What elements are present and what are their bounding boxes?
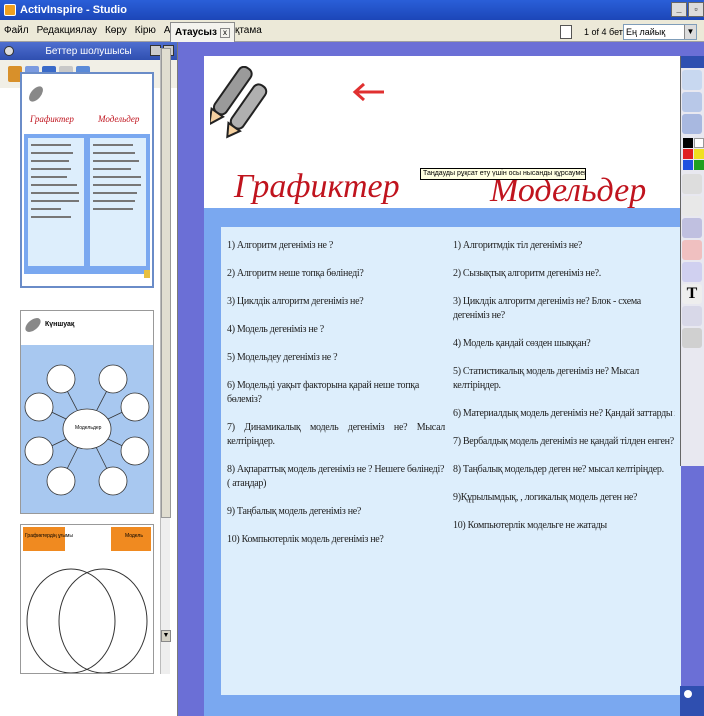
maximize-button[interactable]: ▫ bbox=[688, 2, 704, 17]
question-right-2: 2) Сызықтық алгоритм дегеніміз не?. bbox=[453, 268, 601, 279]
question-right-7: 7) Вербалдық модель дегеніміз не қандай … bbox=[453, 436, 674, 447]
tab-label: Атаусыз bbox=[175, 27, 217, 38]
color-black-swatch[interactable] bbox=[683, 138, 693, 148]
pen-icon[interactable] bbox=[682, 218, 702, 238]
question-left-6: 6) Модельді уақыт факторына қарай неше т… bbox=[227, 380, 419, 405]
scrollbar-thumb[interactable] bbox=[161, 48, 171, 518]
thumbnail-1-heading-right: Модельдер bbox=[98, 114, 140, 124]
question-left-3: 3) Циклдік алгоритм дегеніміз не? bbox=[227, 296, 364, 307]
browser-title: Беттер шолушысы bbox=[45, 45, 132, 57]
page-thumbnail-1[interactable]: Графиктер Модельдер bbox=[20, 72, 154, 288]
color-red-swatch[interactable] bbox=[683, 149, 693, 159]
question-right-8: 8) Таңбалық модельдер деген не? мысал ке… bbox=[453, 464, 664, 475]
question-right-6: 6) Материалдық модель дегеніміз не? Қанд… bbox=[453, 408, 675, 419]
question-left-1: 1) Алгоритм дегеніміз не ? bbox=[227, 240, 333, 251]
color-blue-swatch[interactable] bbox=[683, 160, 693, 170]
question-left-8: 8) Ақпараттық модель дегеніміз не ? Неше… bbox=[227, 464, 445, 489]
color-yellow-swatch[interactable] bbox=[694, 149, 704, 159]
thumbnail-2-title: Күншуақ bbox=[45, 321, 75, 328]
question-right-10: 10) Компьютерлік модельге не жатады bbox=[453, 520, 607, 531]
tooltip: Таңдауды рұқсат ету үшін осы нысанды құр… bbox=[420, 168, 586, 180]
app-icon bbox=[4, 4, 16, 16]
toolbox-header[interactable] bbox=[681, 56, 704, 68]
menu-edit[interactable]: Редакциялау bbox=[33, 25, 101, 36]
color-green-swatch[interactable] bbox=[694, 160, 704, 170]
text-tool-icon[interactable]: T bbox=[682, 284, 702, 304]
pencils-icon bbox=[210, 66, 268, 139]
minimize-button[interactable]: _ bbox=[671, 2, 687, 17]
tab-untitled[interactable]: Атаусыз x bbox=[170, 22, 235, 42]
browser-scrollbar[interactable]: ▼ bbox=[160, 48, 171, 674]
thumbnail-2-preview bbox=[21, 318, 153, 513]
main-toolbox: T bbox=[680, 56, 704, 466]
thumbnail-1-heading-left: Графиктер bbox=[30, 114, 74, 124]
zoom-value: Ең лайық bbox=[626, 27, 666, 37]
page-thumbnail-2[interactable]: Күншуақ Модельдер bbox=[20, 310, 154, 514]
thumbnail-3-label-right: Модель bbox=[125, 533, 143, 539]
question-right-3: 3) Циклдік алгоритм дегеніміз не? Блок -… bbox=[453, 296, 641, 321]
menu-view[interactable]: Көру bbox=[101, 25, 131, 36]
bottom-toolbox[interactable] bbox=[680, 686, 704, 716]
page-forward-icon[interactable] bbox=[682, 114, 702, 134]
undo-icon[interactable] bbox=[682, 328, 702, 348]
question-left-7: 7) Динамикалық модель дегеніміз не? Мыса… bbox=[227, 422, 445, 447]
main-menu-icon[interactable] bbox=[682, 70, 702, 90]
question-left-5: 5) Модельдеу дегеніміз не ? bbox=[227, 352, 338, 363]
color-palette bbox=[681, 136, 704, 172]
shape-tool-icon[interactable] bbox=[682, 306, 702, 326]
questions-right-box[interactable]: 1) Алгоритмдік тіл дегеніміз не? 2) Сызы… bbox=[447, 227, 681, 695]
question-right-5: 5) Статистикалық модель дегеніміз не? Мы… bbox=[453, 366, 639, 391]
zoom-select[interactable]: Ең лайық ▼ bbox=[623, 24, 697, 40]
toolbox-pin-icon[interactable] bbox=[684, 690, 692, 698]
thumbnail-3-preview bbox=[23, 527, 151, 674]
menu-file[interactable]: Файл bbox=[0, 25, 33, 36]
pin-icon[interactable] bbox=[4, 46, 14, 56]
page-thumbnail-3[interactable]: Графиктердің ұғымы Модель bbox=[20, 524, 154, 674]
thumbnail-1-preview bbox=[24, 76, 150, 284]
browser-header: Беттер шолушысы bbox=[0, 42, 177, 60]
question-left-4: 4) Модель дегеніміз не ? bbox=[227, 324, 324, 335]
question-right-1: 1) Алгоритмдік тіл дегеніміз не? bbox=[453, 240, 583, 251]
window-controls: _ ▫ bbox=[670, 2, 704, 17]
arrow-left-icon bbox=[352, 82, 384, 102]
thumbnail-2-center-label: Модельдер bbox=[75, 425, 102, 431]
heading-graphs: Графиктер bbox=[234, 168, 400, 205]
window-title: ActivInspire - Studio bbox=[20, 4, 127, 16]
menu-insert[interactable]: Кірю bbox=[131, 25, 160, 36]
question-left-9: 9) Таңбалық модель дегеніміз не? bbox=[227, 506, 362, 517]
question-right-4: 4) Модель қандай сөзден шыққан? bbox=[453, 338, 591, 349]
thumbnail-3-label-left: Графиктердің ұғымы bbox=[25, 533, 73, 539]
select-cursor-icon[interactable] bbox=[682, 196, 702, 216]
chevron-down-icon[interactable]: ▼ bbox=[684, 25, 696, 39]
scroll-down-arrow-icon[interactable]: ▼ bbox=[161, 630, 171, 642]
question-left-10: 10) Компьютерлік модель дегеніміз не? bbox=[227, 534, 384, 545]
pen-width-slider-icon[interactable] bbox=[682, 174, 702, 194]
eraser-icon[interactable] bbox=[682, 240, 702, 260]
question-right-9: 9)Құрылымдық, , логикалық модель деген н… bbox=[453, 492, 638, 503]
tab-close-icon[interactable]: x bbox=[219, 27, 230, 38]
highlighter-icon[interactable] bbox=[682, 262, 702, 282]
title-bar: ActivInspire - Studio _ ▫ bbox=[0, 0, 704, 20]
questions-left-box[interactable]: 1) Алгоритм дегеніміз не ? 2) Алгоритм н… bbox=[221, 227, 451, 695]
page-icon[interactable] bbox=[682, 92, 702, 112]
question-left-2: 2) Алгоритм неше топқа бөлінеді? bbox=[227, 268, 364, 279]
document-icon[interactable] bbox=[560, 25, 572, 39]
color-white-swatch[interactable] bbox=[694, 138, 704, 148]
